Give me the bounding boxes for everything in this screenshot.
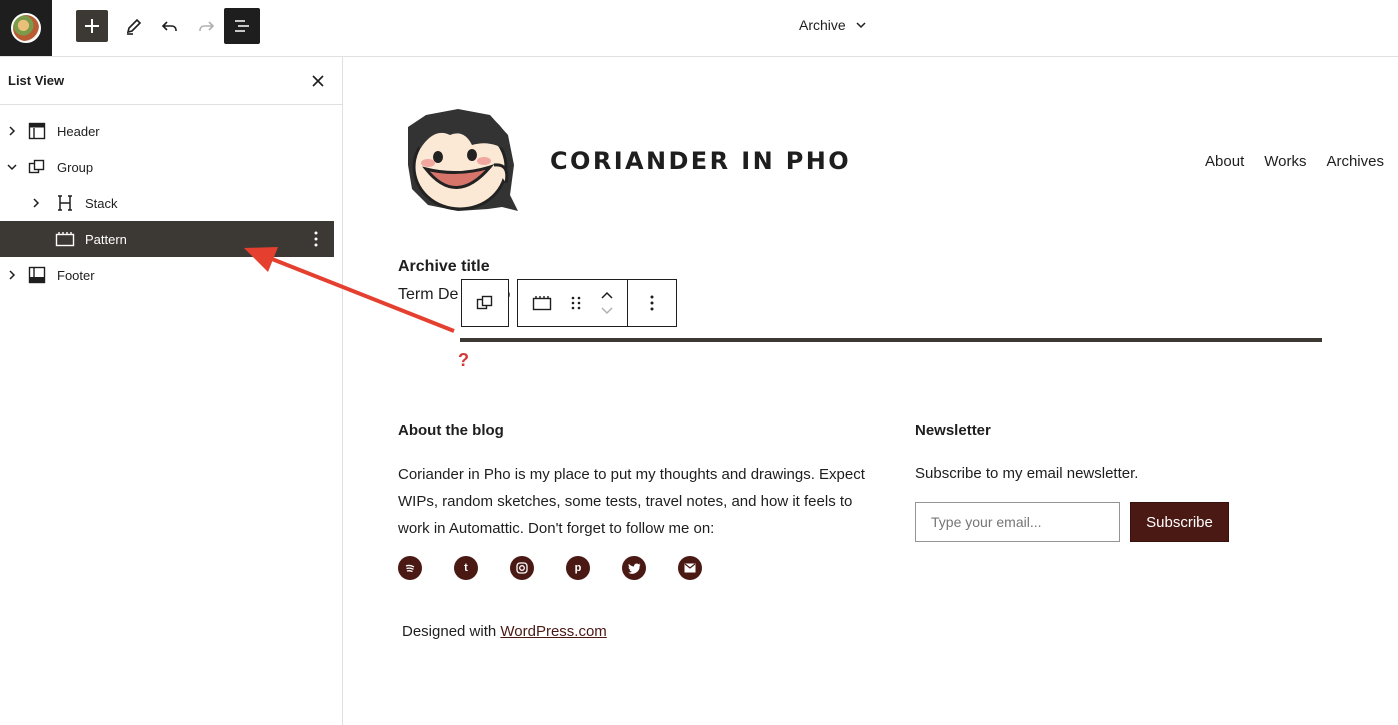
add-block-button[interactable] <box>76 10 108 42</box>
nav-link-works[interactable]: Works <box>1264 153 1306 170</box>
drag-handle-icon[interactable] <box>570 295 582 311</box>
pinterest-icon[interactable]: p <box>566 556 590 580</box>
archive-title[interactable]: Archive title <box>398 258 490 276</box>
missing-block-indicator: ? <box>458 350 469 370</box>
chevron-down-icon[interactable] <box>4 159 20 175</box>
block-toolbar <box>461 279 677 327</box>
separator-block[interactable] <box>460 338 1322 342</box>
redo-button[interactable] <box>190 10 222 42</box>
move-up-down-icon[interactable] <box>600 289 614 317</box>
group-icon <box>27 157 47 177</box>
editor-top-bar: Archive <box>0 0 1398 57</box>
spotify-icon[interactable] <box>398 556 422 580</box>
site-title[interactable]: CORIANDER IN PHO <box>550 147 851 175</box>
template-part-footer-icon <box>27 265 47 285</box>
chevron-right-icon[interactable] <box>4 123 20 139</box>
subscribe-button[interactable]: Subscribe <box>1130 502 1229 542</box>
more-vertical-icon <box>650 295 654 311</box>
close-icon <box>312 75 324 87</box>
group-icon <box>476 295 493 310</box>
newsletter-paragraph[interactable]: Subscribe to my email newsletter. <box>915 465 1138 482</box>
list-item-group[interactable]: Group <box>0 149 334 185</box>
nav-link-archives[interactable]: Archives <box>1326 153 1384 170</box>
site-logo-icon <box>11 13 41 43</box>
edit-tools-button[interactable] <box>118 10 150 42</box>
document-title-dropdown[interactable]: Archive <box>799 17 868 33</box>
list-view-header: List View <box>0 57 342 105</box>
undo-button[interactable] <box>154 10 186 42</box>
pattern-icon <box>55 229 75 249</box>
list-item-label: Pattern <box>85 231 127 247</box>
list-item-pattern[interactable]: Pattern <box>0 221 334 257</box>
term-description-text: Term De <box>398 286 459 303</box>
tumblr-icon[interactable]: t <box>454 556 478 580</box>
list-item-label: Stack <box>85 195 118 211</box>
about-paragraph[interactable]: Coriander in Pho is my place to put my t… <box>398 461 878 542</box>
instagram-icon[interactable] <box>510 556 534 580</box>
credit-prefix: Designed with <box>402 623 501 640</box>
template-part-header-icon <box>27 121 47 141</box>
chevron-down-icon <box>856 22 866 29</box>
chevron-right-icon[interactable] <box>4 267 20 283</box>
list-view-icon <box>235 20 249 32</box>
social-links: t p <box>398 556 702 580</box>
editor-canvas: CORIANDER IN PHO About Works Archives Ar… <box>343 57 1398 725</box>
list-item-label: Footer <box>57 267 95 283</box>
about-heading[interactable]: About the blog <box>398 422 504 439</box>
list-item-label: Group <box>57 159 94 175</box>
list-item-footer[interactable]: Footer <box>0 257 334 293</box>
block-switcher-group <box>517 279 627 327</box>
more-options-icon[interactable] <box>306 229 326 249</box>
email-field[interactable]: Type your email... <box>915 502 1120 542</box>
wordpress-link[interactable]: WordPress.com <box>500 623 606 640</box>
list-item-label: Header <box>57 123 100 139</box>
pencil-icon <box>126 18 142 35</box>
block-options-button[interactable] <box>627 279 677 327</box>
mail-icon[interactable] <box>678 556 702 580</box>
redo-icon <box>199 21 215 31</box>
document-title: Archive <box>799 17 846 33</box>
newsletter-heading[interactable]: Newsletter <box>915 422 991 439</box>
list-item-header[interactable]: Header <box>0 113 334 149</box>
list-view-title: List View <box>8 73 65 88</box>
list-item-stack[interactable]: Stack <box>0 185 334 221</box>
chevron-right-icon[interactable] <box>28 195 44 211</box>
navigation: About Works Archives <box>1205 153 1384 170</box>
stack-icon <box>55 193 75 213</box>
site-logo-image[interactable] <box>398 105 520 217</box>
site-icon-button[interactable] <box>0 0 52 56</box>
undo-icon <box>161 21 177 31</box>
pattern-icon[interactable] <box>532 294 552 312</box>
nav-link-about[interactable]: About <box>1205 153 1244 170</box>
close-list-view-button[interactable] <box>306 69 330 93</box>
plus-icon <box>85 19 99 33</box>
list-view-button[interactable] <box>224 8 260 44</box>
footer-credit: Designed with WordPress.com <box>402 623 607 640</box>
list-view-sidebar: List View Header Group Stack Pattern Foo… <box>0 57 343 725</box>
twitter-icon[interactable] <box>622 556 646 580</box>
select-parent-button[interactable] <box>461 279 509 327</box>
